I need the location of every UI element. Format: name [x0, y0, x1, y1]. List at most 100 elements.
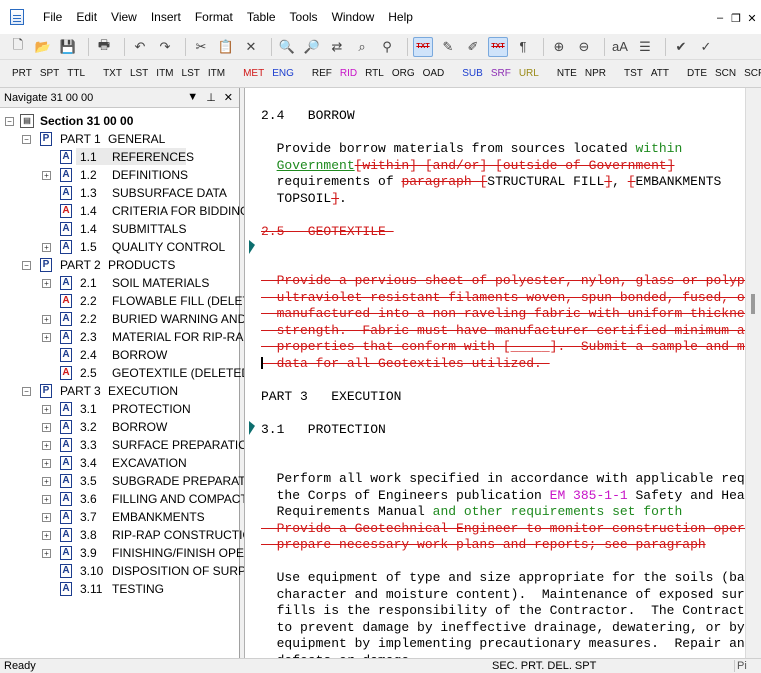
tree-item[interactable]: + A 2.1 SOIL MATERIALS	[0, 274, 240, 292]
edit-mode-icon[interactable]: ✎	[438, 37, 458, 57]
menu-insert[interactable]: Insert	[144, 0, 188, 34]
expand-icon[interactable]: +	[42, 549, 51, 558]
expand-icon[interactable]: +	[42, 477, 51, 486]
tag-button-scp[interactable]: SCP	[740, 68, 761, 79]
tree-item[interactable]: + A 3.1 PROTECTION	[0, 400, 240, 418]
tree-item[interactable]: − P PART 1 GENERAL	[0, 130, 240, 148]
expand-icon[interactable]: +	[42, 495, 51, 504]
tag-button-lst[interactable]: LST	[178, 68, 204, 79]
tag-button-tst[interactable]: TST	[620, 68, 647, 79]
tag-button-npr[interactable]: NPR	[581, 68, 610, 79]
close-pane-icon[interactable]: ✕	[224, 91, 233, 104]
tree-item[interactable]: A 2.5 GEOTEXTILE (DELETED)	[0, 364, 254, 382]
zoom-in-icon[interactable]: ⊕	[549, 37, 569, 57]
tag-button-scn[interactable]: SCN	[711, 68, 740, 79]
pin-icon[interactable]: ⊥	[206, 91, 216, 104]
tree-item[interactable]: + A 1.2 DEFINITIONS	[0, 166, 240, 184]
tree-item[interactable]: + A 3.4 EXCAVATION	[0, 454, 240, 472]
cut-icon[interactable]: ✂	[191, 37, 211, 57]
expand-icon[interactable]: +	[42, 405, 51, 414]
tag-button-srf[interactable]: SRF	[487, 68, 515, 79]
undo-icon[interactable]: ↶	[130, 37, 150, 57]
find-tag-icon[interactable]: ⌕	[352, 37, 372, 57]
collapse-icon[interactable]: −	[22, 261, 31, 270]
replace-icon[interactable]: ⇄	[327, 37, 347, 57]
font-size-icon[interactable]: aA	[610, 37, 630, 57]
expand-icon[interactable]: +	[42, 333, 51, 342]
tag-button-sub[interactable]: SUB	[458, 68, 487, 79]
tag-button-dte[interactable]: DTE	[683, 68, 711, 79]
tag-button-nte[interactable]: NTE	[553, 68, 581, 79]
new-icon[interactable]: 🗋	[8, 37, 28, 57]
tree-root[interactable]: − ▤ Section 31 00 00	[0, 112, 240, 130]
tree-item[interactable]: + A 3.8 RIP-RAP CONSTRUCTION	[0, 526, 260, 544]
tag-button-txt[interactable]: TXT	[99, 68, 126, 79]
menu-table[interactable]: Table	[240, 0, 283, 34]
redo-icon[interactable]: ↷	[155, 37, 175, 57]
menu-file[interactable]: File	[36, 0, 69, 34]
vertical-scrollbar[interactable]	[745, 88, 761, 658]
scrollbar-thumb[interactable]	[751, 294, 755, 314]
document-editor[interactable]: 2.4 BORROW Provide borrow materials from…	[244, 88, 761, 658]
tree-item[interactable]: − P PART 2 PRODUCTS	[0, 256, 240, 274]
tree-item[interactable]: A 2.4 BORROW	[0, 346, 240, 364]
tag-button-att[interactable]: ATT	[647, 68, 673, 79]
menu-tools[interactable]: Tools	[283, 0, 325, 34]
tree-item[interactable]: + A 3.3 SURFACE PREPARATION	[0, 436, 256, 454]
restore-icon[interactable]: ❐	[731, 12, 741, 25]
tree-item[interactable]: A 1.1 REFERENCES	[0, 148, 240, 166]
save-icon[interactable]: 💾	[58, 37, 78, 57]
expand-icon[interactable]: +	[42, 459, 51, 468]
review-icon[interactable]: ✐	[463, 37, 483, 57]
expand-icon[interactable]: +	[42, 441, 51, 450]
tree-item[interactable]: +A2.2BURIED WARNING AND IDENTIFICATION T…	[0, 310, 378, 328]
expand-icon[interactable]: +	[42, 531, 51, 540]
tag-button-rtl[interactable]: RTL	[361, 68, 388, 79]
tree-item[interactable]: + A 3.7 EMBANKMENTS	[0, 508, 240, 526]
tag-button-ref[interactable]: REF	[308, 68, 336, 79]
tree-item[interactable]: A 3.11 TESTING	[0, 580, 240, 598]
list-icon[interactable]: ☰	[635, 37, 655, 57]
collapse-icon[interactable]: −	[22, 387, 31, 396]
zoom-out-icon[interactable]: ⊖	[574, 37, 594, 57]
tag-button-spt[interactable]: SPT	[36, 68, 63, 79]
tree-item[interactable]: + A 2.3 MATERIAL FOR RIP-RAP	[0, 328, 251, 346]
binoculars-icon[interactable]: ⚲	[377, 37, 397, 57]
expand-icon[interactable]: +	[42, 279, 51, 288]
menu-window[interactable]: Window	[325, 0, 382, 34]
menu-edit[interactable]: Edit	[69, 0, 104, 34]
revision-marker-icon[interactable]	[249, 421, 255, 435]
tree-item[interactable]: − P PART 3 EXECUTION	[0, 382, 240, 400]
find-next-icon[interactable]: 🔎	[302, 37, 322, 57]
tag-button-oad[interactable]: OAD	[419, 68, 449, 79]
check-icon[interactable]: ✓	[696, 37, 716, 57]
collapse-icon[interactable]: −	[5, 117, 14, 126]
document-content[interactable]: 2.4 BORROW Provide borrow materials from…	[245, 88, 745, 658]
spell-check-icon[interactable]: ✔	[671, 37, 691, 57]
collapse-icon[interactable]: −	[22, 135, 31, 144]
revision-marker-icon[interactable]	[249, 240, 255, 254]
menu-format[interactable]: Format	[188, 0, 240, 34]
tree-item[interactable]: + A 1.5 QUALITY CONTROL	[0, 238, 240, 256]
expand-icon[interactable]: +	[42, 171, 51, 180]
dropdown-icon[interactable]: ▼	[187, 91, 198, 104]
tag-button-itm[interactable]: ITM	[152, 68, 177, 79]
find-icon[interactable]: 🔍	[277, 37, 297, 57]
tag-button-ttl[interactable]: TTL	[63, 68, 89, 79]
tree-item[interactable]: + A 3.9 FINISHING/FINISH OPERATIONS	[0, 544, 296, 562]
menu-help[interactable]: Help	[381, 0, 420, 34]
expand-icon[interactable]: +	[42, 315, 51, 324]
tree-item[interactable]: + A 3.6 FILLING AND COMPACTION	[0, 490, 269, 508]
tree-item[interactable]: + A 3.2 BORROW	[0, 418, 240, 436]
expand-icon[interactable]: +	[42, 243, 51, 252]
tree-item[interactable]: A 1.3 SUBSURFACE DATA	[0, 184, 240, 202]
expand-icon[interactable]: +	[42, 423, 51, 432]
tree-item[interactable]: A 1.4 CRITERIA FOR BIDDING	[0, 202, 249, 220]
menu-view[interactable]: View	[104, 0, 144, 34]
tag-button-org[interactable]: ORG	[388, 68, 419, 79]
print-icon[interactable]: 🖶	[94, 37, 114, 57]
close-icon[interactable]: ✕	[747, 12, 757, 25]
paste-icon[interactable]: 📋	[216, 37, 236, 57]
tag-button-url[interactable]: URL	[515, 68, 543, 79]
tag-button-met[interactable]: MET	[239, 68, 268, 79]
